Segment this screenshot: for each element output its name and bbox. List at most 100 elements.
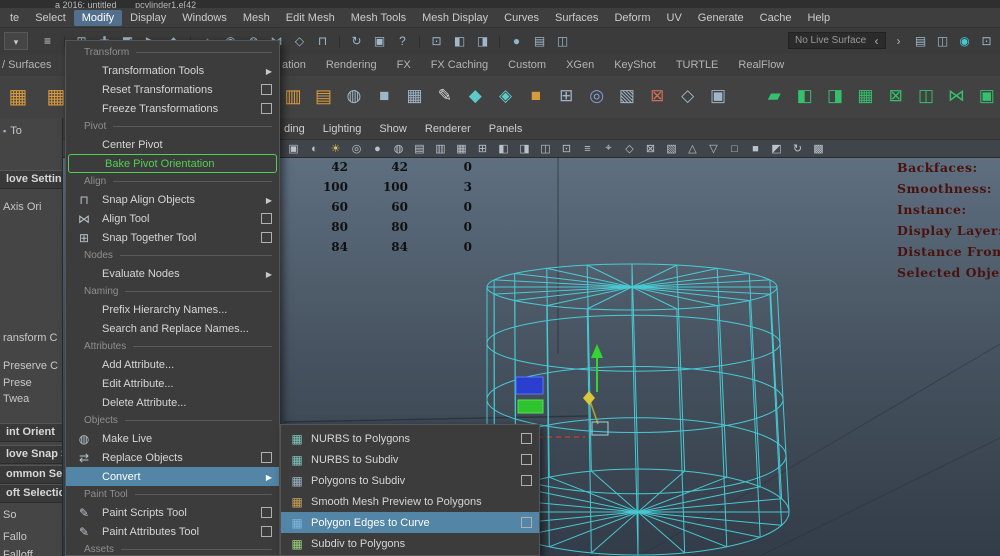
menu[interactable]: Deform (606, 10, 658, 26)
status-line-icon[interactable]: ◫ (933, 32, 952, 50)
shelf-icon[interactable]: ⋈ (943, 82, 969, 110)
tool-settings-fragment[interactable]: Fallo (3, 530, 27, 545)
viewport-toolbar-icon[interactable]: ◨ (515, 141, 534, 157)
menu-item[interactable]: Convert (66, 467, 279, 486)
status-line-icon[interactable]: ↻ (347, 32, 366, 50)
menu[interactable]: Select (27, 10, 74, 26)
option-box[interactable] (261, 526, 272, 537)
status-line-icon[interactable]: | (416, 32, 423, 50)
shelf-icon[interactable]: ⊞ (553, 82, 579, 110)
viewport-toolbar-icon[interactable]: ▤ (410, 141, 429, 157)
menu[interactable]: Mesh (235, 10, 278, 26)
submenu-item[interactable]: ▦ Subdiv to Polygons (281, 533, 539, 554)
option-box[interactable] (521, 454, 532, 465)
viewport-toolbar-icon[interactable]: ⌖ (599, 141, 618, 157)
status-line-icon[interactable]: ◉ (955, 32, 974, 50)
shelf-icon[interactable]: ▦ (401, 82, 427, 110)
viewport-toolbar-icon[interactable]: ⊠ (641, 141, 660, 157)
shelf-icon[interactable]: ▦ (852, 82, 878, 110)
menu-item[interactable]: ✎ Paint Scripts Tool (66, 503, 279, 522)
shelf-icon[interactable]: ◎ (583, 82, 609, 110)
submenu-item[interactable]: ▦ Smooth Mesh Preview to Polygons (281, 491, 539, 512)
shelf-icon[interactable]: ■ (371, 82, 397, 110)
shelf-icon[interactable]: ◧ (792, 82, 818, 110)
viewport-toolbar-icon[interactable]: ▽ (704, 141, 723, 157)
menu-item[interactable]: ◍ Make Live (66, 429, 279, 448)
shelf-tab[interactable]: ation (282, 59, 306, 71)
tool-settings-fragment[interactable]: ▪To (3, 124, 22, 139)
shelf-icon[interactable]: ✎ (432, 82, 458, 110)
tool-settings-fragment[interactable]: ransform C (3, 331, 57, 346)
tool-settings-fragment[interactable]: Prese (3, 376, 32, 391)
panel-menu[interactable]: Lighting (323, 123, 362, 135)
submenu-item[interactable]: ▦ Polygons to Subdiv (281, 470, 539, 491)
shelf-icon[interactable]: ◨ (822, 82, 848, 110)
viewport-toolbar-icon[interactable]: ◩ (767, 141, 786, 157)
menu-item[interactable]: Center Pivot (66, 135, 279, 154)
shelf-icon[interactable]: ▰ (761, 82, 787, 110)
menu-item[interactable]: Reset Transformations (66, 80, 279, 99)
tool-settings-fragment[interactable]: Falloff (3, 548, 33, 556)
status-line-icon[interactable]: ▤ (911, 32, 930, 50)
tool-settings-fragment[interactable]: Preserve C (3, 359, 58, 374)
option-box[interactable] (521, 517, 532, 528)
tool-settings-fragment[interactable]: ommon Sel (0, 465, 62, 484)
status-line-icon[interactable]: ‹ (867, 32, 886, 50)
status-line-icon[interactable]: ? (393, 32, 412, 50)
menu[interactable]: Generate (690, 10, 752, 26)
panel-menu[interactable]: Panels (489, 123, 523, 135)
menu[interactable]: Cache (752, 10, 800, 26)
shelf-icon[interactable]: ▣ (705, 82, 731, 110)
viewport-toolbar-icon[interactable]: ▧ (662, 141, 681, 157)
viewport-toolbar-icon[interactable]: ■ (746, 141, 765, 157)
shelf-tab[interactable]: FX Caching (431, 59, 488, 71)
menu[interactable]: Edit Mesh (278, 10, 343, 26)
menu[interactable]: Display (122, 10, 174, 26)
menu[interactable]: te (2, 10, 27, 26)
status-line-icon[interactable]: ◫ (553, 32, 572, 50)
tool-settings-fragment[interactable]: int Orient (0, 423, 62, 442)
option-box[interactable] (261, 213, 272, 224)
tool-settings-fragment[interactable]: Axis Ori (3, 200, 42, 215)
menu[interactable]: Modify (74, 10, 122, 26)
menu-item[interactable]: Bake Pivot Orientation (68, 154, 277, 173)
option-box[interactable] (261, 84, 272, 95)
viewport-toolbar-icon[interactable]: ◧ (494, 141, 513, 157)
menu[interactable]: Surfaces (547, 10, 606, 26)
menu-item[interactable]: Prefix Hierarchy Names... (66, 300, 279, 319)
menu-item[interactable]: Edit Attribute... (66, 374, 279, 393)
submenu-item[interactable]: ▦ NURBS to Polygons (281, 428, 539, 449)
menu[interactable]: Mesh Tools (343, 10, 414, 26)
status-line-icon[interactable]: ◨ (473, 32, 492, 50)
tool-settings-fragment[interactable]: love Setting (0, 170, 62, 189)
viewport-toolbar-icon[interactable]: ▩ (809, 141, 828, 157)
shelf-icon[interactable]: ⊠ (644, 82, 670, 110)
status-line-icon[interactable]: ◧ (450, 32, 469, 50)
menu-item[interactable]: Evaluate Nodes (66, 264, 279, 283)
shelf-icon[interactable]: ▣ (974, 82, 1000, 110)
option-box[interactable] (261, 452, 272, 463)
status-line-icon[interactable]: ◇ (290, 32, 309, 50)
tool-settings-fragment[interactable]: So (3, 508, 16, 523)
status-line-icon[interactable]: ⊡ (977, 32, 996, 50)
panel-menu[interactable]: Show (379, 123, 407, 135)
status-line-icon[interactable]: › (889, 32, 908, 50)
viewport-toolbar-icon[interactable]: ⊞ (473, 141, 492, 157)
viewport-toolbar-icon[interactable]: ◫ (536, 141, 555, 157)
menu-item[interactable]: ⊓ Snap Align Objects (66, 190, 279, 209)
viewport-toolbar-icon[interactable]: ◐ (305, 141, 324, 157)
panel-menu[interactable]: Renderer (425, 123, 471, 135)
option-box[interactable] (521, 433, 532, 444)
menu-item[interactable]: Delete Attribute... (66, 393, 279, 412)
menu-item[interactable]: ⋈ Align Tool (66, 209, 279, 228)
tool-settings-fragment[interactable]: love Snap S (0, 445, 62, 464)
shelf-tab-partial[interactable]: / Surfaces (2, 59, 52, 71)
panel-menu[interactable]: ding (284, 123, 305, 135)
menu-item[interactable]: ✎ Paint Attributes Tool (66, 522, 279, 541)
viewport-toolbar-icon[interactable]: ▥ (431, 141, 450, 157)
shelf-icon[interactable]: ◆ (462, 82, 488, 110)
viewport-toolbar-icon[interactable]: ⊡ (557, 141, 576, 157)
tool-settings-fragment[interactable]: oft Selectio (0, 484, 62, 503)
viewport-toolbar-icon[interactable]: ● (368, 141, 387, 157)
menu[interactable]: Curves (496, 10, 547, 26)
